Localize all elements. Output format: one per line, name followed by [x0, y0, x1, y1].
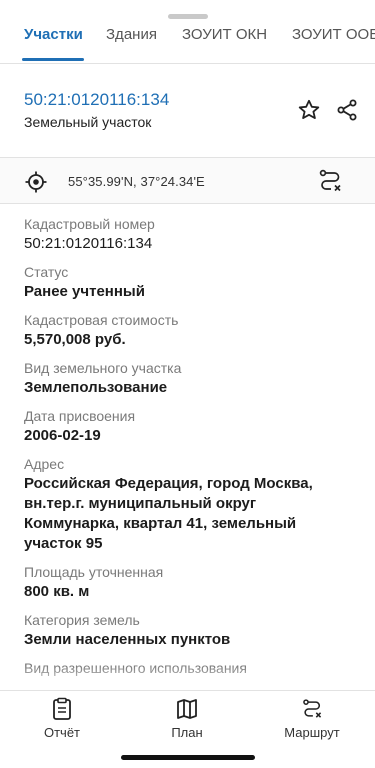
map-icon	[177, 699, 197, 719]
tab-zouit-okn[interactable]: ЗОУИТ ОКН	[182, 26, 267, 43]
locate-button[interactable]	[22, 168, 50, 196]
star-icon	[298, 99, 320, 119]
field-value: 5,570,008 руб.	[24, 331, 126, 348]
field-label: Площадь уточненная	[24, 564, 164, 580]
share-button[interactable]	[333, 96, 361, 124]
field-value: Ранее учтенный	[24, 283, 145, 300]
favorite-button[interactable]	[295, 96, 323, 124]
detail-land-category: Категория земель Земли населенных пункто…	[24, 610, 354, 650]
field-value: Российская Федерация, город Москва, вн.т…	[24, 475, 313, 552]
field-value: Земли населенных пунктов	[24, 631, 231, 648]
detail-status: Статус Ранее учтенный	[24, 262, 354, 302]
object-type: Земельный участок	[24, 114, 152, 130]
field-label: Вид земельного участка	[24, 360, 182, 376]
field-label: Статус	[24, 264, 69, 280]
field-value: 800 кв. м	[24, 583, 90, 600]
details-list: Кадастровый номер 50:21:0120116:134 Стат…	[24, 210, 354, 690]
active-tab-indicator	[22, 58, 84, 61]
plan-label: План	[171, 725, 203, 740]
field-value: 2006-02-19	[24, 427, 101, 444]
coordinates-bar: 55°35.99'N, 37°24.34'E	[0, 158, 375, 204]
field-label: Кадастровый номер	[24, 216, 155, 232]
share-icon	[337, 99, 357, 121]
report-icon	[53, 697, 71, 720]
scroll-fade	[0, 666, 375, 692]
tab-buildings[interactable]: Здания	[106, 26, 157, 43]
route-icon	[303, 699, 322, 718]
route-button[interactable]: Маршрут	[262, 697, 362, 740]
route-clear-icon	[319, 169, 341, 192]
clear-route-button[interactable]	[316, 167, 344, 195]
detail-assignment-date: Дата присвоения 2006-02-19	[24, 406, 354, 446]
plan-button[interactable]: План	[137, 697, 237, 740]
detail-address: Адрес Российская Федерация, город Москва…	[24, 454, 354, 554]
route-label: Маршрут	[284, 725, 340, 740]
field-value: Землепользование	[24, 379, 168, 396]
field-label: Адрес	[24, 456, 65, 472]
tab-zouit-oob[interactable]: ЗОУИТ ООБ	[292, 26, 375, 43]
detail-cadastral-value: Кадастровая стоимость 5,570,008 руб.	[24, 310, 354, 350]
coordinates-text[interactable]: 55°35.99'N, 37°24.34'E	[68, 174, 205, 189]
detail-cadastral-number: Кадастровый номер 50:21:0120116:134	[24, 214, 354, 254]
tab-plots[interactable]: Участки	[24, 26, 83, 43]
detail-plot-kind: Вид земельного участка Землепользование	[24, 358, 354, 398]
report-label: Отчёт	[43, 725, 81, 740]
detail-area: Площадь уточненная 800 кв. м	[24, 562, 354, 602]
cadastral-number-link[interactable]: 50:21:0120116:134	[24, 90, 169, 110]
bottom-action-bar: Отчёт План Маршрут	[0, 690, 375, 768]
tab-bar: Участки Здания ЗОУИТ ОКН ЗОУИТ ООБ	[0, 0, 375, 64]
field-value: 50:21:0120116:134	[24, 235, 153, 252]
field-label: Кадастровая стоимость	[24, 312, 179, 328]
field-label: Дата присвоения	[24, 408, 136, 424]
report-button[interactable]: Отчёт	[12, 697, 112, 740]
object-header: 50:21:0120116:134 Земельный участок	[0, 64, 375, 158]
crosshair-icon	[25, 171, 47, 193]
field-label: Категория земель	[24, 612, 140, 628]
home-indicator	[120, 755, 255, 760]
